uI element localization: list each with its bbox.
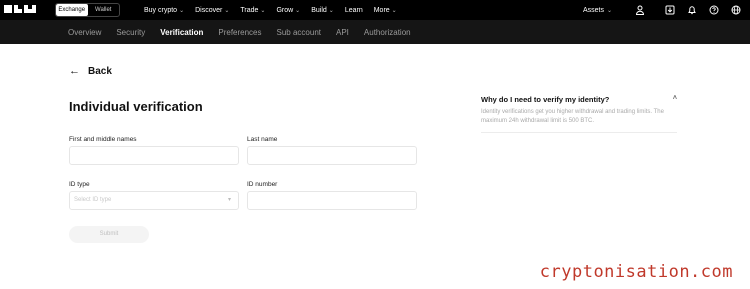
last-name-label: Last name	[247, 136, 278, 143]
help-icon[interactable]	[706, 4, 722, 16]
tab-authorization[interactable]: Authorization	[364, 28, 411, 37]
chevron-down-icon: ⌄	[606, 7, 612, 14]
id-type-placeholder: Select ID type	[74, 197, 112, 203]
back-label: Back	[88, 65, 112, 77]
nav-grow[interactable]: Grow ⌄	[276, 7, 300, 14]
id-number-label: ID number	[247, 181, 278, 188]
first-names-label: First and middle names	[69, 136, 137, 143]
arrow-left-icon: ←	[69, 65, 80, 77]
tab-preferences[interactable]: Preferences	[218, 28, 261, 37]
user-icon[interactable]	[632, 4, 648, 16]
download-icon[interactable]	[662, 4, 678, 16]
faq-panel: Why do I need to verify my identity? ˄ I…	[481, 95, 677, 133]
id-type-label: ID type	[69, 181, 90, 188]
tab-verification[interactable]: Verification	[160, 28, 203, 37]
back-button[interactable]: ← Back	[69, 65, 112, 77]
faq-question: Why do I need to verify my identity?	[481, 95, 610, 104]
nav-trade[interactable]: Trade ⌄	[240, 7, 265, 14]
nav-more[interactable]: More ⌄	[374, 7, 397, 14]
chevron-down-icon: ⌄	[179, 7, 185, 14]
submit-button[interactable]: Submit	[69, 226, 149, 243]
nav-learn[interactable]: Learn	[345, 7, 363, 14]
tab-api[interactable]: API	[336, 28, 349, 37]
main-menu: Buy crypto ⌄ Discover ⌄ Trade ⌄ Grow ⌄ Build…	[144, 0, 408, 20]
nav-discover[interactable]: Discover ⌄	[195, 7, 229, 14]
wallet-toggle[interactable]: Wallet	[88, 4, 120, 16]
tab-overview[interactable]: Overview	[68, 28, 101, 37]
chevron-down-icon: ⌄	[391, 7, 397, 14]
tab-security[interactable]: Security	[116, 28, 145, 37]
id-type-select[interactable]: Select ID type ▾	[69, 191, 239, 210]
exchange-toggle[interactable]: Exchange	[56, 4, 88, 16]
tab-sub-account[interactable]: Sub account	[277, 28, 321, 37]
chevron-up-icon: ˄	[672, 95, 677, 102]
chevron-down-icon: ⌄	[260, 7, 266, 14]
bell-icon[interactable]	[684, 4, 700, 16]
divider	[481, 132, 677, 133]
assets-menu[interactable]: Assets ⌄	[583, 7, 612, 14]
nav-build[interactable]: Build ⌄	[311, 7, 334, 14]
caret-down-icon: ▾	[227, 197, 231, 203]
chevron-down-icon: ⌄	[328, 7, 334, 14]
nav-buy-crypto[interactable]: Buy crypto ⌄	[144, 7, 184, 14]
last-name-input[interactable]	[247, 146, 417, 165]
chevron-down-icon: ⌄	[295, 7, 301, 14]
topbar-right-controls: Assets ⌄	[583, 0, 744, 20]
account-subnav: Overview Security Verification Preferenc…	[0, 20, 750, 44]
page-title: Individual verification	[69, 99, 203, 114]
watermark-text: cryptonisation.com	[539, 262, 733, 282]
id-number-input[interactable]	[247, 191, 417, 210]
chevron-down-icon: ⌄	[224, 7, 230, 14]
first-names-input[interactable]	[69, 146, 239, 165]
faq-question-toggle[interactable]: Why do I need to verify my identity? ˄	[481, 95, 677, 104]
exchange-wallet-switch[interactable]: Exchange Wallet	[55, 3, 120, 17]
top-navigation-bar: Exchange Wallet Buy crypto ⌄ Discover ⌄ Tr…	[0, 0, 750, 20]
faq-answer: Identity verifications get you higher wi…	[481, 109, 664, 124]
okx-logo[interactable]	[4, 5, 44, 15]
globe-icon[interactable]	[728, 4, 744, 16]
